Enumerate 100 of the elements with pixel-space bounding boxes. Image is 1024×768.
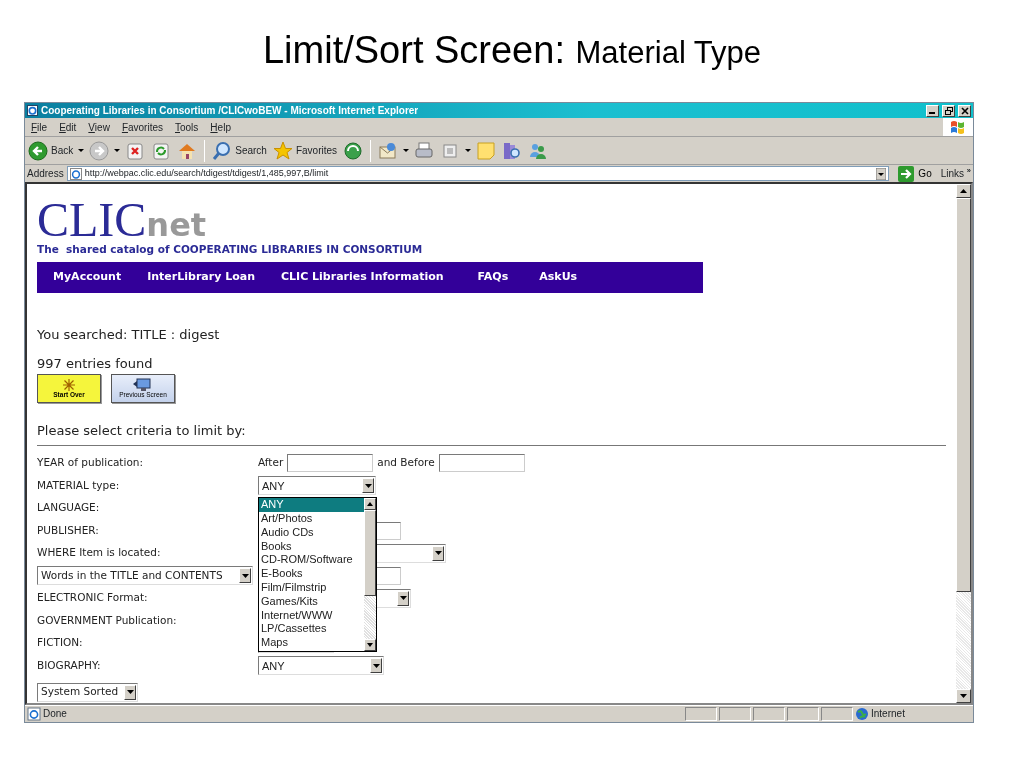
dropdown-option[interactable]: CD-ROM/Software — [259, 553, 364, 568]
go-button[interactable]: Go — [892, 165, 938, 182]
caret-icon — [403, 149, 410, 152]
restore-icon — [944, 106, 953, 115]
field-label: MATERIAL type: — [37, 477, 121, 493]
status-text: Done — [43, 707, 68, 721]
search-summary: You searched: TITLE : digest — [37, 325, 221, 344]
field-label: LANGUAGE: — [37, 500, 101, 516]
menu-item[interactable]: Edit — [53, 119, 83, 135]
window-title: Cooperating Libraries in Consortium /CLICwoBEW - Microsoft Internet Explorer — [41, 104, 420, 118]
media-icon — [343, 140, 364, 161]
tagline: The shared catalog of COOPERATING LIBRARIES IN CONSORTIUM — [37, 242, 424, 257]
close-button[interactable] — [958, 104, 971, 117]
search-scope-dropdown[interactable]: Words in the TITLE and CONTENTS — [37, 566, 253, 586]
status-pane — [753, 706, 785, 721]
search-icon — [212, 140, 233, 161]
nav-link[interactable]: InterLibrary Loan — [147, 269, 255, 286]
status-pane — [787, 706, 819, 721]
toolbar-button[interactable] — [413, 140, 436, 161]
toolbar-button[interactable]: Back — [27, 140, 75, 161]
nav-link[interactable]: AskUs — [539, 269, 578, 286]
minimize-button[interactable] — [926, 104, 939, 117]
mail-icon — [378, 140, 399, 161]
menu-item[interactable]: File — [25, 119, 54, 135]
toolbar-button[interactable] — [342, 140, 365, 161]
menu-item[interactable]: Tools — [169, 119, 205, 135]
scroll-up-icon — [960, 189, 967, 193]
site-logo: CLICnet — [37, 196, 207, 244]
field-label: FICTION: — [37, 635, 84, 651]
caret-icon — [78, 149, 85, 152]
dropdown-arrow-icon — [372, 663, 380, 668]
dropdown-arrow-icon — [126, 690, 134, 695]
dropdown-option[interactable]: Maps — [259, 636, 364, 651]
dropdown-arrow-icon — [364, 483, 372, 488]
dropdown-option[interactable]: Books — [259, 539, 364, 554]
asterisk-icon — [62, 377, 76, 392]
toolbar-button[interactable]: Search — [211, 140, 268, 161]
windows-flag-icon — [943, 118, 973, 136]
dropdown-arrow-icon — [434, 551, 442, 556]
result-count: 997 entries found — [37, 357, 154, 372]
dropdown[interactable]: ANY — [258, 656, 384, 676]
page-icon — [69, 167, 82, 180]
toolbar-button[interactable] — [88, 140, 111, 161]
note-icon — [476, 140, 497, 161]
globe-icon — [855, 706, 869, 721]
stop-icon — [125, 140, 146, 161]
star-icon — [272, 140, 293, 161]
printer-icon — [414, 140, 435, 161]
dropdown-option[interactable]: LP/Cassettes — [259, 622, 364, 637]
scroll-down-icon — [367, 643, 373, 648]
scroll-up-icon — [367, 502, 373, 507]
dropdown-option[interactable]: Audio CDs — [259, 525, 364, 540]
field-label: and Before — [377, 455, 435, 471]
research-icon — [502, 140, 523, 161]
menu-item[interactable]: Help — [204, 119, 237, 135]
monitor-icon — [132, 377, 154, 392]
address-field[interactable]: http://webpac.clic.edu/search/tdigest/tdigest/1,485,997,B/limit — [66, 166, 890, 181]
toolbar-button[interactable]: Favorites — [271, 140, 339, 161]
menu-item[interactable]: Favorites — [115, 119, 169, 135]
year-before-field[interactable] — [438, 454, 525, 473]
nav-link[interactable]: FAQs — [477, 269, 509, 286]
browser-icon — [27, 105, 38, 116]
restore-button[interactable] — [942, 104, 955, 117]
nav-link[interactable]: CLIC Libraries Information — [281, 269, 444, 286]
dropdown[interactable]: ANY — [258, 476, 376, 496]
caret-icon — [465, 149, 472, 152]
status-pane — [719, 706, 751, 721]
field-label: After — [258, 455, 284, 471]
dropdown-arrow-icon — [399, 596, 407, 601]
nav-link[interactable]: MyAccount — [53, 269, 122, 286]
status-pane — [685, 706, 717, 721]
menu-item[interactable]: View — [82, 119, 116, 135]
sort-dropdown[interactable]: System Sorted — [37, 682, 138, 702]
field-label: ELECTRONIC Format: — [37, 590, 149, 606]
status-pane — [821, 706, 853, 721]
scroll-down-icon — [960, 694, 967, 698]
scrollbar[interactable] — [364, 498, 376, 652]
zone-text: Internet — [871, 707, 906, 721]
field-label: GOVERNMENT Publication: — [37, 612, 178, 628]
dropdown-option[interactable]: Games/Kits — [259, 594, 364, 609]
slide-title: Limit/Sort Screen: Material Type — [262, 28, 762, 74]
dropdown-option[interactable]: Internet/WWW — [259, 608, 364, 623]
address-label: Address — [27, 167, 64, 181]
refresh-icon — [151, 140, 172, 161]
field-label: BIOGRAPHY: — [37, 657, 102, 673]
year-after-field[interactable] — [287, 454, 374, 473]
field-label: YEAR of publication: — [37, 455, 144, 471]
dropdown-option[interactable]: Art/Photos — [259, 512, 364, 526]
dropdown-arrow-icon — [876, 167, 887, 180]
field-label: WHERE Item is located: — [37, 545, 162, 561]
dropdown-arrow-icon — [241, 573, 249, 578]
scrollbar[interactable] — [956, 184, 971, 703]
dropdown-option[interactable]: Film/Filmstrip — [259, 581, 364, 595]
criteria-heading: Please select criteria to limit by: — [37, 421, 247, 440]
caret-icon — [114, 149, 121, 152]
links-button[interactable]: Links $^{»}$ — [940, 166, 971, 181]
dropdown-option[interactable]: E-Books — [259, 567, 364, 582]
dropdown-option[interactable]: ANY — [259, 498, 364, 513]
close-icon — [960, 106, 969, 115]
field-label: PUBLISHER: — [37, 522, 100, 538]
